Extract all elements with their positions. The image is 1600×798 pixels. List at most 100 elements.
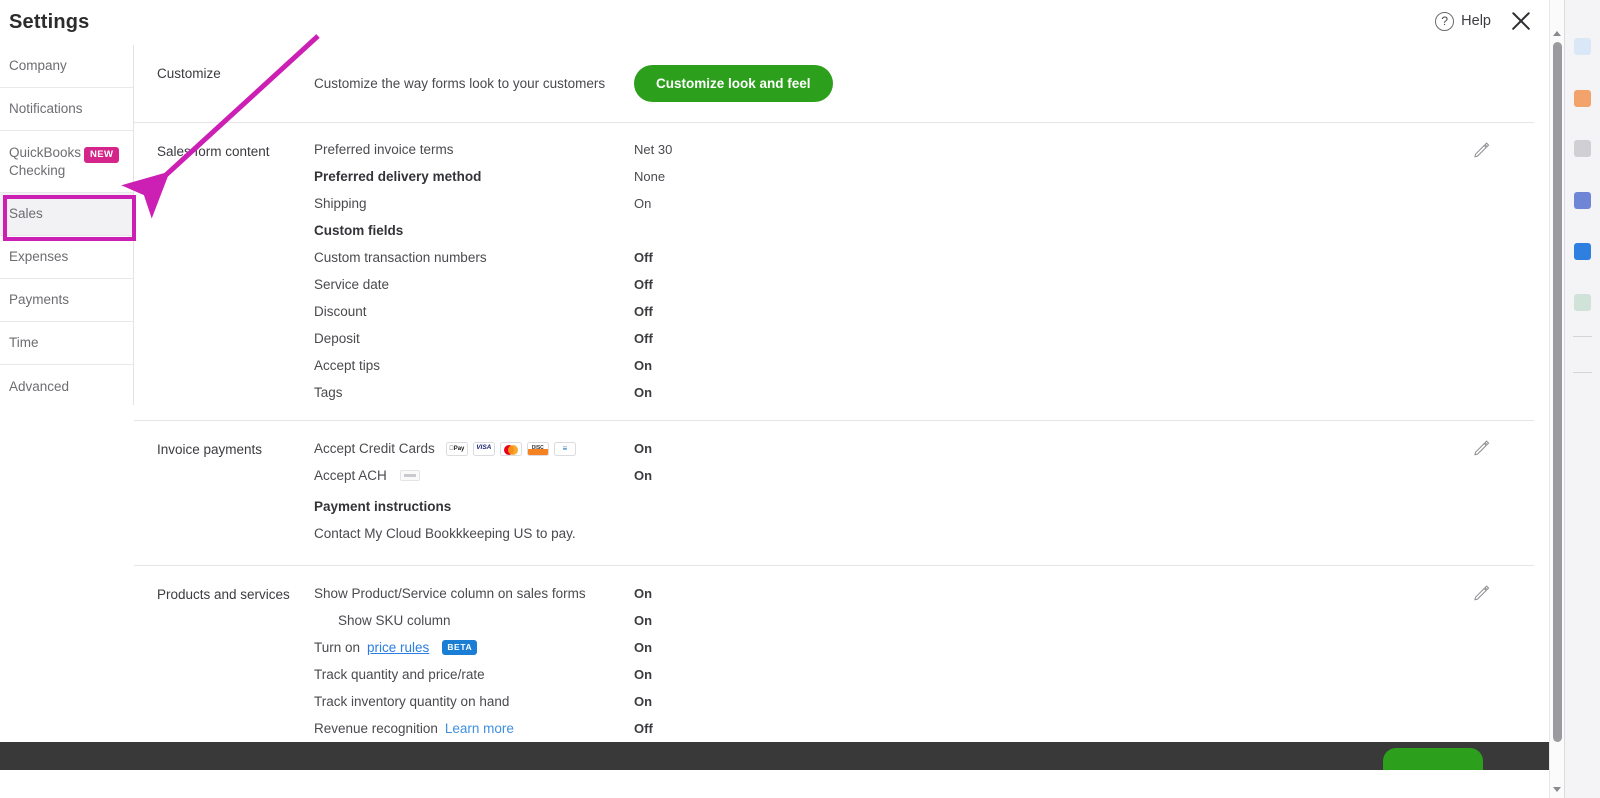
- footer-save-button[interactable]: [1383, 748, 1483, 770]
- page-scrollbar[interactable]: [1549, 0, 1564, 798]
- sidebar-item-expenses[interactable]: Expenses: [0, 236, 133, 279]
- row-label: Show Product/Service column on sales for…: [314, 586, 586, 601]
- table-row: Custom transaction numbers Off: [291, 244, 1534, 271]
- payment-instructions-text: Contact My Cloud Bookkkeeping US to pay.: [314, 526, 576, 541]
- section-title: Sales form content: [157, 144, 270, 159]
- row-value: On: [634, 586, 653, 601]
- accept-credit-cards-label: Accept Credit Cards: [314, 441, 435, 456]
- row-value: Net 30: [634, 142, 673, 157]
- question-circle-icon: ?: [1435, 11, 1455, 31]
- row-label: Service date: [314, 277, 390, 292]
- settings-modal: Settings ? Help Company Notifications Qu…: [0, 0, 1549, 770]
- sidebar-item-label: QuickBooks Checking: [9, 145, 82, 178]
- sidebar-item-label: Payments: [9, 292, 70, 308]
- table-row: Track quantity and price/rate On: [291, 661, 1534, 688]
- row-value: On: [634, 441, 653, 456]
- row-label: Show SKU column: [338, 613, 451, 628]
- table-row: Preferred delivery method None: [291, 163, 1534, 190]
- section-title: Products and services: [157, 587, 290, 602]
- discover-icon: DISC: [526, 441, 549, 456]
- row-value: On: [634, 385, 653, 400]
- row-label: Turn on price rules BETA: [314, 640, 634, 655]
- row-label: Custom fields: [314, 223, 404, 238]
- row-value: On: [634, 196, 652, 211]
- browser-side-rail: [1564, 0, 1600, 798]
- learn-more-link[interactable]: Learn more: [445, 721, 514, 736]
- new-badge: NEW: [84, 147, 120, 163]
- rail-divider: [1573, 336, 1592, 337]
- settings-sidebar: Company Notifications QuickBooks Checking…: [0, 45, 134, 408]
- sidebar-item-quickbooks-checking[interactable]: QuickBooks Checking NEW: [0, 131, 133, 193]
- row-value: Off: [634, 721, 653, 736]
- customize-look-and-feel-button[interactable]: Customize look and feel: [634, 65, 833, 102]
- row-label: Preferred invoice terms: [314, 142, 454, 157]
- row-label: Custom transaction numbers: [314, 250, 487, 265]
- row-value: On: [634, 694, 653, 709]
- row-label: Shipping: [314, 196, 367, 211]
- table-row: Accept tips On: [291, 352, 1534, 379]
- rail-icon-1[interactable]: [1574, 38, 1591, 55]
- scroll-down-icon[interactable]: [1553, 787, 1561, 792]
- row-value: On: [634, 358, 653, 373]
- table-row: Shipping On: [291, 190, 1534, 217]
- section-title: Customize: [157, 66, 221, 81]
- table-row: Discount Off: [291, 298, 1534, 325]
- pencil-icon[interactable]: [1473, 141, 1490, 158]
- help-label: Help: [1461, 13, 1491, 29]
- price-rules-row: Turn on price rules BETA On: [291, 634, 1534, 661]
- section-invoice-payments: Invoice payments Accept Credit Cards Pa…: [134, 421, 1534, 566]
- table-row: Accept ACH On: [291, 462, 1534, 489]
- table-row: Preferred invoice terms Net 30: [291, 136, 1534, 163]
- visa-icon: VISA: [472, 441, 495, 456]
- sidebar-item-label: Expenses: [9, 249, 69, 265]
- rail-icon-3[interactable]: [1574, 140, 1591, 157]
- bank-card-icon: ≡: [553, 441, 576, 456]
- bank-ach-icon: [399, 470, 420, 481]
- sidebar-item-label: Company: [9, 58, 67, 74]
- revenue-recognition-row: Revenue recognition Learn more Off: [291, 715, 1534, 742]
- row-value: On: [634, 667, 653, 682]
- row-value: None: [634, 169, 666, 184]
- rail-icon-4[interactable]: [1574, 192, 1591, 209]
- mastercard-icon: [499, 441, 522, 456]
- row-value: Off: [634, 250, 653, 265]
- row-value: Off: [634, 277, 653, 292]
- pencil-icon[interactable]: [1473, 439, 1490, 456]
- sidebar-item-time[interactable]: Time: [0, 322, 133, 365]
- price-rules-prefix: Turn on: [314, 640, 361, 655]
- sidebar-item-label: Advanced: [9, 378, 70, 394]
- help-button[interactable]: ? Help: [1435, 11, 1491, 31]
- sidebar-item-sales[interactable]: Sales: [0, 193, 133, 236]
- table-row: Show Product/Service column on sales for…: [291, 580, 1534, 607]
- section-sales-form-content: Sales form content Preferred invoice ter…: [134, 123, 1534, 421]
- table-row: Deposit Off: [291, 325, 1534, 352]
- row-value: On: [634, 613, 653, 628]
- scrollbar-thumb[interactable]: [1553, 42, 1562, 742]
- sidebar-item-company[interactable]: Company: [0, 45, 133, 88]
- rail-icon-5[interactable]: [1574, 243, 1591, 260]
- accept-ach-label: Accept ACH: [314, 468, 387, 483]
- sidebar-item-notifications[interactable]: Notifications: [0, 88, 133, 131]
- sidebar-item-payments[interactable]: Payments: [0, 279, 133, 322]
- settings-content: Customize Customize the way forms look t…: [134, 45, 1534, 770]
- rail-icon-6[interactable]: [1574, 294, 1591, 311]
- row-label: Discount: [314, 304, 367, 319]
- sidebar-item-label: Sales: [9, 206, 43, 222]
- price-rules-link[interactable]: price rules: [367, 640, 429, 655]
- scroll-up-icon[interactable]: [1553, 31, 1561, 36]
- sidebar-item-advanced[interactable]: Advanced: [0, 365, 133, 408]
- rail-divider: [1573, 372, 1592, 373]
- table-row: Tags On: [291, 379, 1534, 406]
- payment-instructions-label: Payment instructions: [314, 499, 452, 514]
- row-value: On: [634, 640, 653, 655]
- rail-icon-2[interactable]: [1574, 90, 1591, 107]
- section-customize: Customize Customize the way forms look t…: [134, 45, 1534, 123]
- settings-screen: Settings ? Help Company Notifications Qu…: [0, 0, 1600, 798]
- card-logos: Pay VISA DISC ≡: [445, 441, 576, 456]
- customize-description: Customize the way forms look to your cus…: [314, 76, 606, 91]
- row-label: Accept tips: [314, 358, 381, 373]
- row-label: Preferred delivery method: [314, 169, 482, 184]
- pencil-icon[interactable]: [1473, 584, 1490, 601]
- close-icon[interactable]: [1507, 7, 1535, 35]
- sidebar-item-label: Time: [9, 335, 39, 351]
